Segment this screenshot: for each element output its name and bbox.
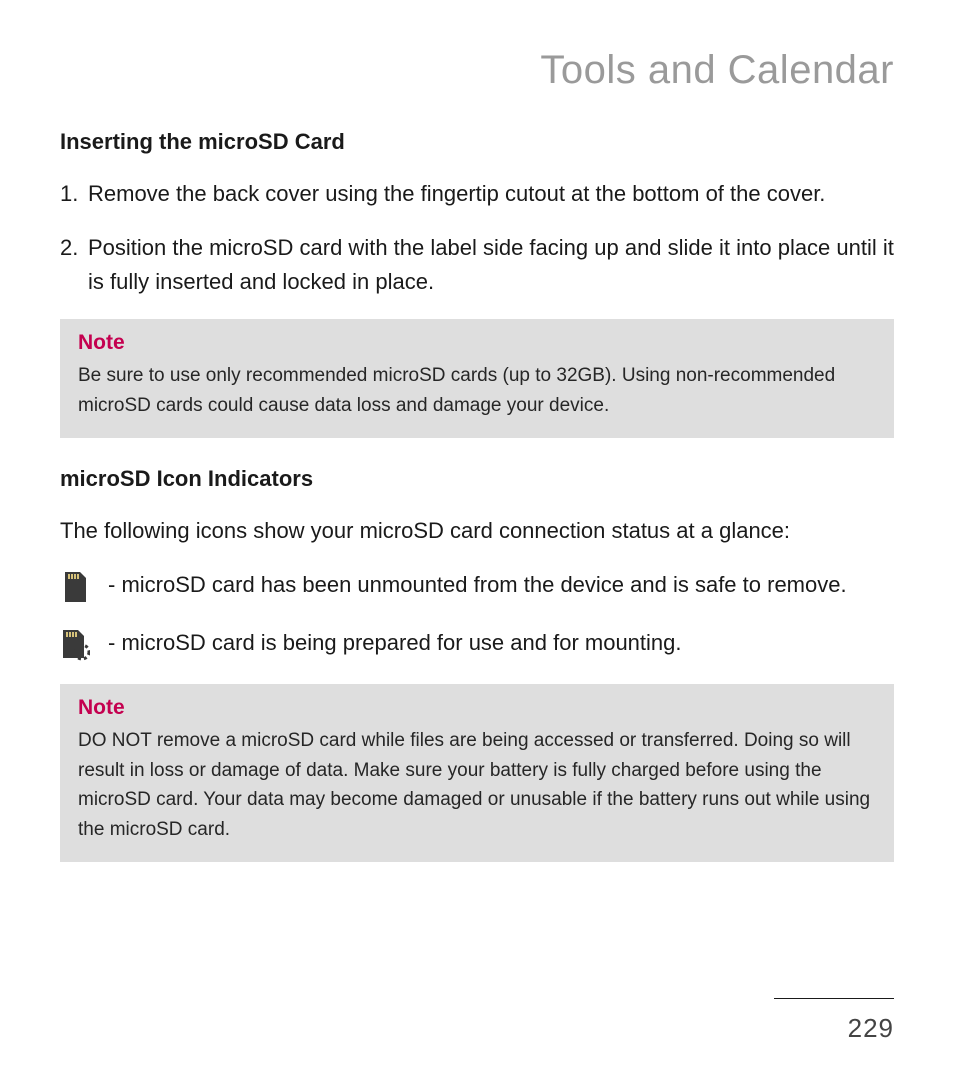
sd-preparing-icon: [60, 628, 90, 662]
step-number: 1.: [60, 177, 88, 211]
step-1: 1. Remove the back cover using the finge…: [60, 177, 894, 211]
indicators-intro: The following icons show your microSD ca…: [60, 514, 894, 548]
step-text: Position the microSD card with the label…: [88, 231, 894, 299]
note-box-1: Note Be sure to use only recommended mic…: [60, 319, 894, 438]
step-number: 2.: [60, 231, 88, 299]
note-label: Note: [78, 696, 876, 720]
indicator-desc-unmounted: - microSD card has been unmounted from t…: [108, 568, 894, 601]
note-label: Note: [78, 331, 876, 355]
footer-rule: [774, 998, 894, 999]
page-footer: 229: [774, 998, 894, 1044]
note-body: DO NOT remove a microSD card while files…: [78, 726, 876, 844]
section-heading-indicators: microSD Icon Indicators: [60, 466, 894, 492]
indicator-row-unmounted: - microSD card has been unmounted from t…: [60, 568, 894, 604]
note-body: Be sure to use only recommended microSD …: [78, 361, 876, 420]
note-box-2: Note DO NOT remove a microSD card while …: [60, 684, 894, 862]
sd-unmounted-icon: [60, 570, 90, 604]
indicator-desc-preparing: - microSD card is being prepared for use…: [108, 626, 894, 659]
section-heading-inserting: Inserting the microSD Card: [60, 129, 894, 155]
page-title: Tools and Calendar: [60, 48, 894, 93]
indicator-row-preparing: - microSD card is being prepared for use…: [60, 626, 894, 662]
page-number: 229: [774, 1013, 894, 1044]
step-text: Remove the back cover using the fingerti…: [88, 177, 894, 211]
step-2: 2. Position the microSD card with the la…: [60, 231, 894, 299]
